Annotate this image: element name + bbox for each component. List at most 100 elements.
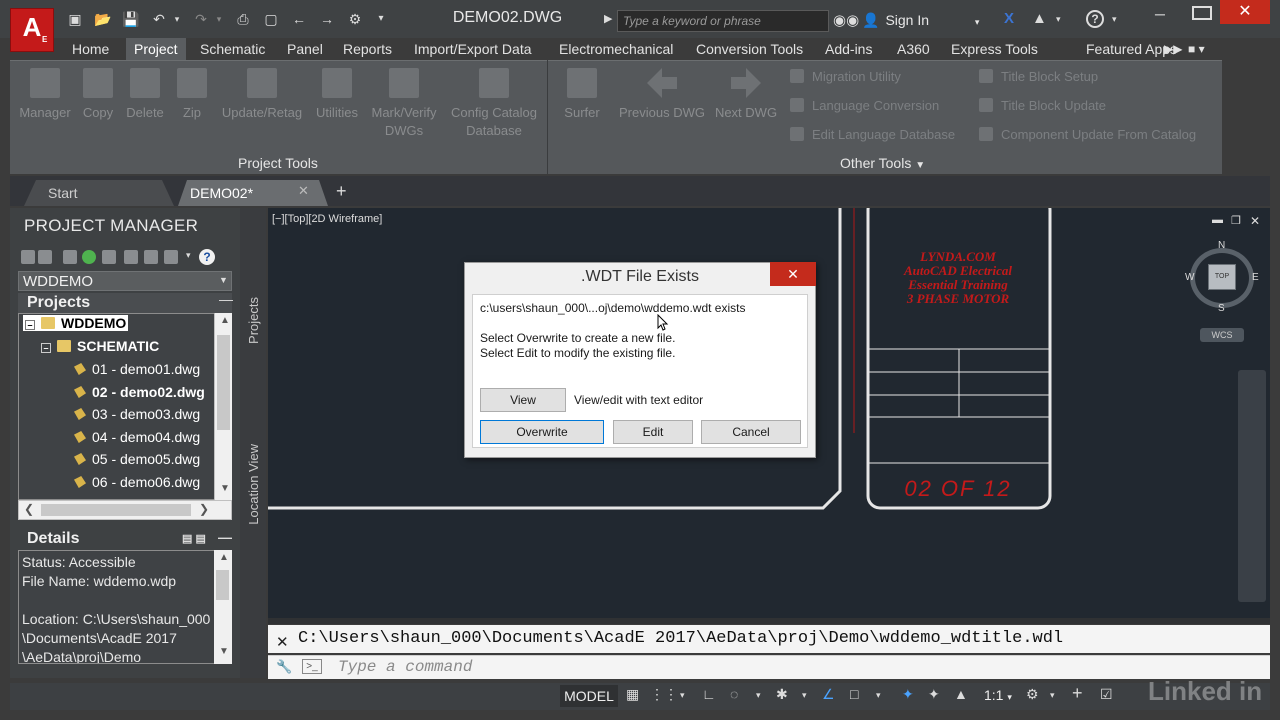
scroll-up-icon[interactable]: ▲ bbox=[220, 315, 230, 326]
object-snap-tracking-icon[interactable]: ∠ bbox=[822, 686, 835, 703]
viewcube-east[interactable]: E bbox=[1252, 272, 1259, 283]
polar-dropdown-icon[interactable]: ▾ bbox=[756, 690, 761, 701]
surfer-button[interactable]: Surfer bbox=[556, 68, 608, 122]
recent-commands-icon[interactable]: >_ bbox=[302, 659, 322, 674]
tab-conversion-tools[interactable]: Conversion Tools bbox=[688, 38, 811, 60]
scroll-right-icon[interactable]: ❯ bbox=[199, 502, 209, 516]
zip-button[interactable]: Zip bbox=[172, 68, 212, 122]
new-file-icon[interactable]: ▣ bbox=[66, 11, 84, 27]
location-view-side-tab[interactable]: Location View bbox=[246, 444, 261, 525]
pm-tools-dropdown-icon[interactable]: ▾ bbox=[186, 250, 191, 261]
config-catalog-database-button[interactable]: Config Catalog Database bbox=[444, 68, 544, 140]
manager-button[interactable]: Manager bbox=[14, 68, 76, 122]
tree-collapse-icon[interactable]: – bbox=[25, 320, 35, 330]
snap-dropdown-icon[interactable]: ▾ bbox=[680, 690, 685, 701]
polar-icon[interactable]: ◌ bbox=[730, 686, 738, 702]
a360-icon[interactable]: ▲ bbox=[1032, 10, 1047, 27]
help-dropdown-icon[interactable]: ▾ bbox=[1112, 14, 1117, 25]
cancel-button[interactable]: Cancel bbox=[701, 420, 801, 444]
annotation-scale-icon[interactable]: ▲ bbox=[954, 686, 968, 702]
search-input[interactable]: Type a keyword or phrase bbox=[617, 10, 829, 32]
details-scroll-thumb[interactable] bbox=[216, 570, 229, 600]
utilities-button[interactable]: Utilities bbox=[310, 68, 364, 122]
language-conversion-button[interactable]: Language Conversion bbox=[790, 98, 939, 113]
model-space-button[interactable]: MODEL bbox=[560, 685, 618, 707]
migration-utility-button[interactable]: Migration Utility bbox=[790, 69, 901, 84]
mark-verify-dwgs-button[interactable]: Mark/Verify DWGs bbox=[364, 68, 444, 140]
project-wide-utilities-icon[interactable] bbox=[124, 250, 138, 264]
tab-home[interactable]: Home bbox=[64, 38, 117, 60]
tab-reports[interactable]: Reports bbox=[335, 38, 400, 60]
tree-vertical-scrollbar[interactable]: ▲ ▼ bbox=[214, 313, 232, 500]
tab-a360[interactable]: A360 bbox=[889, 38, 938, 60]
search-expand-icon[interactable]: ▶ bbox=[604, 12, 612, 25]
workspace-gear-icon[interactable]: ⚙ bbox=[1026, 686, 1039, 703]
details-scrollbar[interactable]: ▲ ▼ bbox=[214, 550, 232, 664]
scroll-down-icon[interactable]: ▼ bbox=[220, 483, 230, 494]
new-drawing-icon[interactable] bbox=[63, 250, 77, 264]
redo-dropdown-icon[interactable]: ▾ bbox=[210, 11, 228, 27]
wcs-menu[interactable]: WCS bbox=[1200, 328, 1244, 342]
viewcube-west[interactable]: W bbox=[1185, 272, 1194, 283]
view-button[interactable]: View bbox=[480, 388, 566, 412]
project-manager-icon[interactable]: ▢ bbox=[262, 11, 280, 27]
drawing-list-report-icon[interactable] bbox=[144, 250, 158, 264]
tree-root-wddemo[interactable]: – WDDEMO bbox=[23, 315, 129, 331]
tree-file-item-active[interactable]: 02 - demo02.dwg bbox=[74, 384, 205, 400]
tree-collapse-icon[interactable]: – bbox=[41, 343, 51, 353]
tab-import-export-data[interactable]: Import/Export Data bbox=[406, 38, 540, 60]
delete-button[interactable]: Delete bbox=[122, 68, 168, 122]
new-tab-plus-icon[interactable]: + bbox=[336, 181, 347, 202]
edit-button[interactable]: Edit bbox=[613, 420, 693, 444]
tab-electromechanical[interactable]: Electromechanical bbox=[551, 38, 681, 60]
projects-side-tab[interactable]: Projects bbox=[246, 297, 261, 344]
redo-icon[interactable]: ↷ bbox=[192, 11, 210, 27]
next-drawing-icon[interactable]: → bbox=[318, 11, 336, 27]
dialog-close-button[interactable]: ✕ bbox=[770, 262, 816, 286]
command-input[interactable]: Type a command bbox=[338, 658, 472, 676]
window-minimize-button[interactable]: ─ bbox=[1150, 6, 1170, 22]
next-dwg-button[interactable]: Next DWG bbox=[712, 68, 780, 122]
annotation-monitor-icon[interactable]: + bbox=[1072, 683, 1083, 704]
projects-collapse-icon[interactable]: — bbox=[219, 291, 233, 307]
application-menu-button[interactable]: A E bbox=[10, 8, 54, 52]
file-tab-close-icon[interactable]: ✕ bbox=[298, 183, 309, 199]
edit-language-database-button[interactable]: Edit Language Database bbox=[790, 127, 955, 142]
auto-scale-icon[interactable]: ✦ bbox=[928, 686, 940, 703]
workspace-dropdown-icon[interactable]: ▾ bbox=[1050, 690, 1055, 701]
previous-drawing-icon[interactable]: ← bbox=[290, 11, 308, 27]
scroll-left-icon[interactable]: ❮ bbox=[24, 502, 34, 516]
ribbon-display-options-icon[interactable]: ■ ▾ bbox=[1180, 38, 1213, 60]
tab-panel[interactable]: Panel bbox=[279, 38, 331, 60]
ortho-icon[interactable]: ∟ bbox=[702, 686, 716, 702]
command-line-grip[interactable] bbox=[268, 618, 1270, 624]
a360-dropdown-icon[interactable]: ▾ bbox=[1056, 14, 1061, 25]
tab-add-ins[interactable]: Add-ins bbox=[817, 38, 880, 60]
tab-express-tools[interactable]: Express Tools bbox=[943, 38, 1046, 60]
undo-icon[interactable]: ↶ bbox=[150, 11, 168, 27]
tree-folder-schematic[interactable]: – SCHEMATIC bbox=[41, 338, 159, 354]
viewcube-south[interactable]: S bbox=[1218, 303, 1225, 314]
viewport-close-icon[interactable]: ✕ bbox=[1250, 214, 1260, 228]
project-select[interactable]: WDDEMO bbox=[18, 271, 232, 291]
project-select-dropdown-icon[interactable]: ▼ bbox=[219, 275, 228, 285]
tree-file-item[interactable]: 01 - demo01.dwg bbox=[74, 361, 200, 377]
isodraft-dropdown-icon[interactable]: ▾ bbox=[802, 690, 807, 701]
save-icon[interactable]: 💾 bbox=[122, 11, 140, 27]
publish-plot-icon[interactable] bbox=[164, 250, 178, 264]
tree-file-item[interactable]: 05 - demo05.dwg bbox=[74, 451, 200, 467]
customize-quick-access-icon[interactable]: ▾ bbox=[372, 11, 390, 27]
viewcube-north[interactable]: N bbox=[1218, 240, 1225, 251]
new-project-icon[interactable] bbox=[38, 250, 52, 264]
tab-schematic[interactable]: Schematic bbox=[192, 38, 273, 60]
open-file-icon[interactable]: 📂 bbox=[94, 11, 112, 27]
tree-file-item[interactable]: 04 - demo04.dwg bbox=[74, 429, 200, 445]
plot-icon[interactable]: ⎙ bbox=[234, 11, 252, 27]
isodraft-icon[interactable]: ✱ bbox=[776, 686, 788, 703]
copy-button[interactable]: Copy bbox=[78, 68, 118, 122]
details-collapse-icon[interactable]: — bbox=[218, 529, 232, 545]
window-maximize-button[interactable] bbox=[1192, 6, 1212, 20]
title-block-update-button[interactable]: Title Block Update bbox=[979, 98, 1106, 113]
scroll-down-icon[interactable]: ▼ bbox=[219, 646, 229, 657]
tree-file-item[interactable]: 06 - demo06.dwg bbox=[74, 474, 200, 490]
